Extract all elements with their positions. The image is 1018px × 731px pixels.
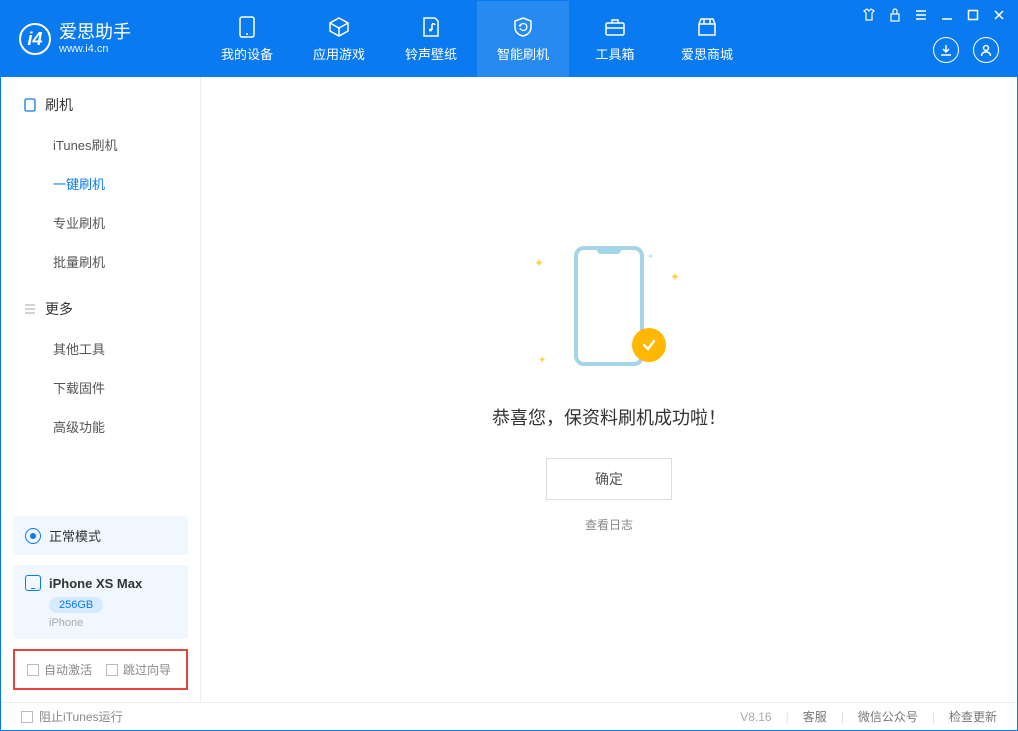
tab-my-device[interactable]: 我的设备 <box>201 1 293 77</box>
sidebar-bottom: 正常模式 iPhone XS Max 256GB iPhone 自动激活 跳过向… <box>1 504 200 702</box>
minimize-icon[interactable] <box>939 7 955 23</box>
sidebar-item-oneclick-flash[interactable]: 一键刷机 <box>1 164 200 203</box>
device-name: iPhone XS Max <box>49 576 142 591</box>
close-icon[interactable] <box>991 7 1007 23</box>
tab-apps-games[interactable]: 应用游戏 <box>293 1 385 77</box>
sidebar-item-itunes-flash[interactable]: iTunes刷机 <box>1 125 200 164</box>
footer-right: V8.16 | 客服 | 微信公众号 | 检查更新 <box>740 708 997 725</box>
tab-label: 我的设备 <box>221 44 273 63</box>
sparkle-icon: ✦ <box>647 252 654 261</box>
user-button[interactable] <box>973 37 999 63</box>
tab-label: 智能刷机 <box>497 44 549 63</box>
logo-area[interactable]: i4 爱思助手 www.i4.cn <box>1 23 201 55</box>
checkbox-prevent-itunes[interactable]: 阻止iTunes运行 <box>21 708 123 725</box>
tab-ringtone-wallpaper[interactable]: 铃声壁纸 <box>385 1 477 77</box>
device-icon <box>23 98 37 112</box>
sidebar-item-advanced[interactable]: 高级功能 <box>1 407 200 446</box>
device-type: iPhone <box>49 617 176 629</box>
sidebar-header-label: 更多 <box>45 299 73 319</box>
sidebar-header-more[interactable]: 更多 <box>1 299 200 329</box>
list-icon <box>23 302 37 316</box>
tab-smart-flash[interactable]: 智能刷机 <box>477 1 569 77</box>
tab-label: 铃声壁纸 <box>405 44 457 63</box>
sidebar-item-pro-flash[interactable]: 专业刷机 <box>1 203 200 242</box>
device-storage-badge: 256GB <box>49 597 103 613</box>
sidebar: 刷机 iTunes刷机 一键刷机 专业刷机 批量刷机 更多 其他工具 下载固件 … <box>1 77 201 702</box>
main-content: ✦ ✦ ✦ ✦ 恭喜您，保资料刷机成功啦！ 确定 查看日志 <box>201 77 1017 702</box>
footer: 阻止iTunes运行 V8.16 | 客服 | 微信公众号 | 检查更新 <box>1 702 1017 730</box>
checkbox-label: 阻止iTunes运行 <box>39 708 123 725</box>
main-tabs: 我的设备 应用游戏 铃声壁纸 智能刷机 工具箱 爱思商城 <box>201 1 753 77</box>
cube-icon <box>328 16 350 38</box>
separator: | <box>841 710 844 724</box>
menu-icon[interactable] <box>913 7 929 23</box>
checkbox-auto-activate[interactable]: 自动激活 <box>27 661 92 678</box>
app-title: 爱思助手 <box>59 23 131 43</box>
sparkle-icon: ✦ <box>670 270 680 284</box>
sidebar-item-batch-flash[interactable]: 批量刷机 <box>1 242 200 281</box>
confirm-button[interactable]: 确定 <box>546 458 672 500</box>
footer-link-update[interactable]: 检查更新 <box>949 708 997 725</box>
toolbox-icon <box>604 16 626 38</box>
logo-icon: i4 <box>19 23 51 55</box>
checkbox-row-highlighted: 自动激活 跳过向导 <box>13 649 188 690</box>
sparkle-icon: ✦ <box>534 256 544 270</box>
success-message: 恭喜您，保资料刷机成功啦！ <box>492 404 726 430</box>
sidebar-item-other-tools[interactable]: 其他工具 <box>1 329 200 368</box>
separator: | <box>932 710 935 724</box>
separator: | <box>786 710 789 724</box>
sidebar-item-download-firmware[interactable]: 下载固件 <box>1 368 200 407</box>
shield-refresh-icon <box>512 16 534 38</box>
mode-card[interactable]: 正常模式 <box>13 516 188 555</box>
checkbox-icon <box>27 664 39 676</box>
phone-icon <box>236 16 258 38</box>
mode-label: 正常模式 <box>49 526 101 545</box>
download-button[interactable] <box>933 37 959 63</box>
body: 刷机 iTunes刷机 一键刷机 专业刷机 批量刷机 更多 其他工具 下载固件 … <box>1 77 1017 702</box>
sidebar-header-flash[interactable]: 刷机 <box>1 95 200 125</box>
device-card[interactable]: iPhone XS Max 256GB iPhone <box>13 565 188 639</box>
window-controls <box>861 7 1007 23</box>
sidebar-section-flash: 刷机 iTunes刷机 一键刷机 专业刷机 批量刷机 <box>1 77 200 281</box>
checkbox-label: 跳过向导 <box>123 661 171 678</box>
header: i4 爱思助手 www.i4.cn 我的设备 应用游戏 铃声壁纸 智能刷机 工具… <box>1 1 1017 77</box>
sidebar-header-label: 刷机 <box>45 95 73 115</box>
footer-link-wechat[interactable]: 微信公众号 <box>858 708 918 725</box>
success-illustration: ✦ ✦ ✦ ✦ <box>544 246 674 376</box>
sidebar-section-more: 更多 其他工具 下载固件 高级功能 <box>1 281 200 446</box>
tab-label: 应用游戏 <box>313 44 365 63</box>
app-subtitle: www.i4.cn <box>59 43 131 55</box>
phone-icon <box>25 575 41 591</box>
store-icon <box>696 16 718 38</box>
header-actions <box>933 37 999 63</box>
footer-link-support[interactable]: 客服 <box>803 708 827 725</box>
music-file-icon <box>420 16 442 38</box>
tab-toolbox[interactable]: 工具箱 <box>569 1 661 77</box>
check-badge-icon <box>632 328 666 362</box>
checkbox-label: 自动激活 <box>44 661 92 678</box>
shirt-icon[interactable] <box>861 7 877 23</box>
checkbox-icon <box>21 711 33 723</box>
maximize-icon[interactable] <box>965 7 981 23</box>
sparkle-icon: ✦ <box>538 355 546 366</box>
tab-store[interactable]: 爱思商城 <box>661 1 753 77</box>
tab-label: 爱思商城 <box>681 44 733 63</box>
tab-label: 工具箱 <box>595 44 634 63</box>
lock-icon[interactable] <box>887 7 903 23</box>
version-label: V8.16 <box>740 710 771 724</box>
checkbox-icon <box>106 664 118 676</box>
logo-text: 爱思助手 www.i4.cn <box>59 23 131 55</box>
view-log-link[interactable]: 查看日志 <box>585 516 633 533</box>
checkbox-skip-guide[interactable]: 跳过向导 <box>106 661 171 678</box>
mode-icon <box>25 528 41 544</box>
